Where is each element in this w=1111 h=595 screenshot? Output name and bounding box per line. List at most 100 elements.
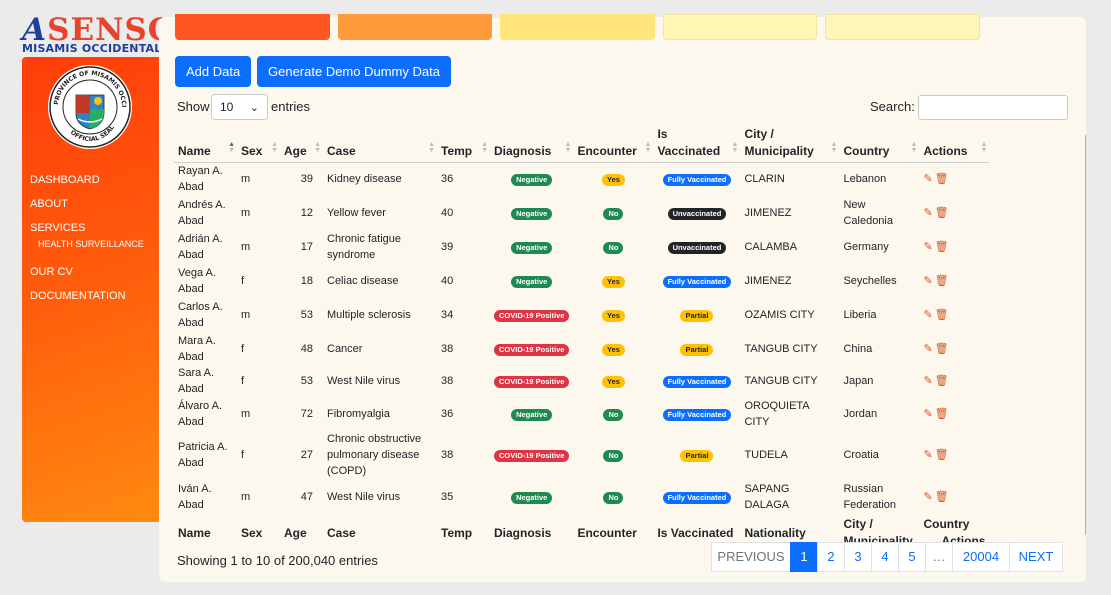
col-header-country[interactable]: Country ▲ ▼ — [839, 120, 920, 163]
stat-card-4[interactable] — [663, 14, 817, 40]
cell-diagnosis: Negative — [490, 162, 573, 196]
cell-city: TUDELA — [744, 449, 788, 461]
col-header-encounter[interactable]: Encounter ▲ ▼ — [573, 120, 654, 163]
cell-age: 72 — [300, 407, 313, 420]
cell-city: SAPANG DALAGA — [744, 483, 790, 511]
cell-actions: ✎ 🗑 — [919, 480, 989, 514]
pagination-page[interactable]: 3 — [844, 542, 872, 572]
cell-city: JIMENEZ — [744, 275, 792, 287]
cell-diagnosis: Negative — [490, 397, 573, 430]
records-table: Name ▲ ▼ Sex ▲ ▼ Age ▲ ▼ Case ▲ ▼ Temp ▲ ▼ Diagnos… — [174, 120, 990, 552]
pagination-page[interactable]: 5 — [898, 542, 926, 572]
col-header-name[interactable]: Name ▲ ▼ — [174, 120, 237, 163]
trash-icon[interactable]: 🗑 — [935, 375, 949, 387]
pagination-page[interactable]: 4 — [871, 542, 899, 572]
vaccination-badge: Partial — [680, 450, 714, 462]
trash-icon[interactable]: 🗑 — [935, 491, 949, 503]
generate-dummy-data-button[interactable]: Generate Demo Dummy Data — [257, 56, 451, 87]
trash-icon[interactable]: 🗑 — [935, 309, 949, 321]
table-row: Sara A. Abad f 53 West Nile virus 38 COVID-19… — [174, 365, 989, 397]
pagination-next[interactable]: NEXT — [1009, 542, 1063, 572]
sort-icon: ▲ ▼ — [428, 140, 435, 154]
search-input[interactable] — [918, 95, 1068, 120]
cell-encounter: Yes — [573, 332, 653, 365]
nav-about[interactable]: ABOUT — [30, 197, 144, 221]
cell-country: China — [843, 342, 873, 355]
cell-name: Rayan A. Abad — [178, 165, 223, 194]
cell-name: Adrián A. Abad — [178, 233, 223, 261]
vaccination-badge: Fully Vaccinated — [662, 376, 732, 388]
cell-vaccinated: Partial — [653, 332, 740, 365]
show-label: Show — [177, 99, 210, 114]
pagination-page[interactable]: 20004 — [952, 542, 1010, 572]
col-header-city[interactable]: City / Municipality ▲ ▼ — [740, 120, 840, 163]
cell-temp: 38 — [441, 375, 454, 387]
entries-per-page-select[interactable]: 10 ⌄ — [211, 94, 268, 120]
pagination-page[interactable]: 1 — [790, 542, 818, 572]
pagination-page[interactable]: 2 — [817, 542, 845, 572]
col-header-case[interactable]: Case ▲ ▼ — [323, 120, 437, 163]
col-header-sex[interactable]: Sex ▲ ▼ — [237, 120, 280, 163]
vaccination-badge: Unvaccinated — [667, 242, 727, 254]
edit-icon[interactable]: ✎ — [923, 408, 932, 420]
diagnosis-badge: Negative — [511, 242, 553, 254]
cell-age: 12 — [300, 207, 313, 219]
trash-icon[interactable]: 🗑 — [935, 275, 949, 287]
sort-icon: ▲ ▼ — [731, 140, 739, 154]
trash-icon[interactable]: 🗑 — [935, 241, 949, 253]
diagnosis-badge: Negative — [511, 208, 553, 220]
foot-header-case: Case — [327, 525, 356, 540]
trash-icon[interactable]: 🗑 — [935, 449, 949, 461]
trash-icon[interactable]: 🗑 — [935, 408, 949, 420]
cell-vaccinated: Fully Vaccinated — [653, 397, 740, 430]
cell-city: JIMENEZ — [744, 207, 792, 219]
col-header-vaccinated[interactable]: Is Vaccinated ▲ ▼ — [653, 120, 741, 163]
nav-documentation[interactable]: DOCUMENTATION — [30, 289, 144, 313]
nav-health-surveillance[interactable]: HEALTH SURVEILLANCE — [38, 239, 144, 265]
edit-icon[interactable]: ✎ — [923, 207, 932, 219]
col-header-age[interactable]: Age ▲ ▼ — [280, 120, 323, 163]
cell-vaccinated: Fully Vaccinated — [653, 162, 740, 196]
vaccination-badge: Fully Vaccinated — [662, 174, 732, 187]
edit-icon[interactable]: ✎ — [923, 275, 932, 287]
col-header-actions[interactable]: Actions ▲ ▼ — [919, 120, 990, 163]
official-seal: PROVINCE OF MISAMIS OCCIDENTAL OFFICIAL … — [45, 60, 132, 149]
cell-country: Jordan — [843, 407, 878, 420]
cell-age: 47 — [300, 491, 313, 503]
stat-card-1[interactable] — [175, 14, 330, 40]
table-header-row: Name ▲ ▼ Sex ▲ ▼ Age ▲ ▼ Case ▲ ▼ Temp ▲ ▼ Diagnos… — [174, 120, 990, 163]
edit-icon[interactable]: ✎ — [923, 491, 932, 503]
cell-sex: m — [241, 407, 251, 420]
cell-temp: 35 — [441, 491, 454, 503]
nav-dashboard[interactable]: DASHBOARD — [30, 173, 144, 197]
sort-icon: ▲ ▼ — [314, 140, 321, 154]
cell-city: CALAMBA — [744, 241, 798, 253]
nav-our-cv[interactable]: OUR CV — [30, 265, 144, 289]
foot-header-sex: Sex — [241, 525, 263, 540]
add-data-button[interactable]: Add Data — [175, 56, 252, 87]
encounter-badge: No — [603, 450, 624, 462]
col-header-temp[interactable]: Temp ▲ ▼ — [437, 120, 490, 163]
cell-actions: ✎ 🗑 — [919, 298, 989, 332]
edit-icon[interactable]: ✎ — [923, 241, 932, 253]
edit-icon[interactable]: ✎ — [923, 343, 932, 355]
vaccination-badge: Fully Vaccinated — [662, 276, 732, 288]
edit-icon[interactable]: ✎ — [923, 449, 932, 461]
edit-icon[interactable]: ✎ — [923, 309, 932, 321]
cell-city: TANGUB CITY — [744, 375, 818, 387]
stat-card-3[interactable] — [500, 14, 655, 40]
edit-icon[interactable]: ✎ — [923, 375, 932, 387]
col-header-diagnosis[interactable]: Diagnosis ▲ ▼ — [490, 120, 574, 163]
trash-icon[interactable]: 🗑 — [935, 173, 949, 185]
seal-icon: PROVINCE OF MISAMIS OCCIDENTAL OFFICIAL … — [45, 60, 131, 148]
cell-vaccinated: Unvaccinated — [653, 196, 740, 230]
stat-card-2[interactable] — [338, 14, 492, 40]
cell-diagnosis: COVID-19 Positive — [490, 365, 573, 397]
pagination-previous[interactable]: PREVIOUS — [711, 542, 791, 572]
trash-icon[interactable]: 🗑 — [935, 343, 949, 355]
edit-icon[interactable]: ✎ — [923, 173, 932, 185]
cell-case: Chronic obstructive pulmonary disease (C… — [327, 433, 422, 477]
brand-logo: ASENSO MISAMIS OCCIDENTAL — [22, 14, 175, 55]
stat-card-5[interactable] — [825, 14, 980, 40]
trash-icon[interactable]: 🗑 — [935, 207, 949, 219]
